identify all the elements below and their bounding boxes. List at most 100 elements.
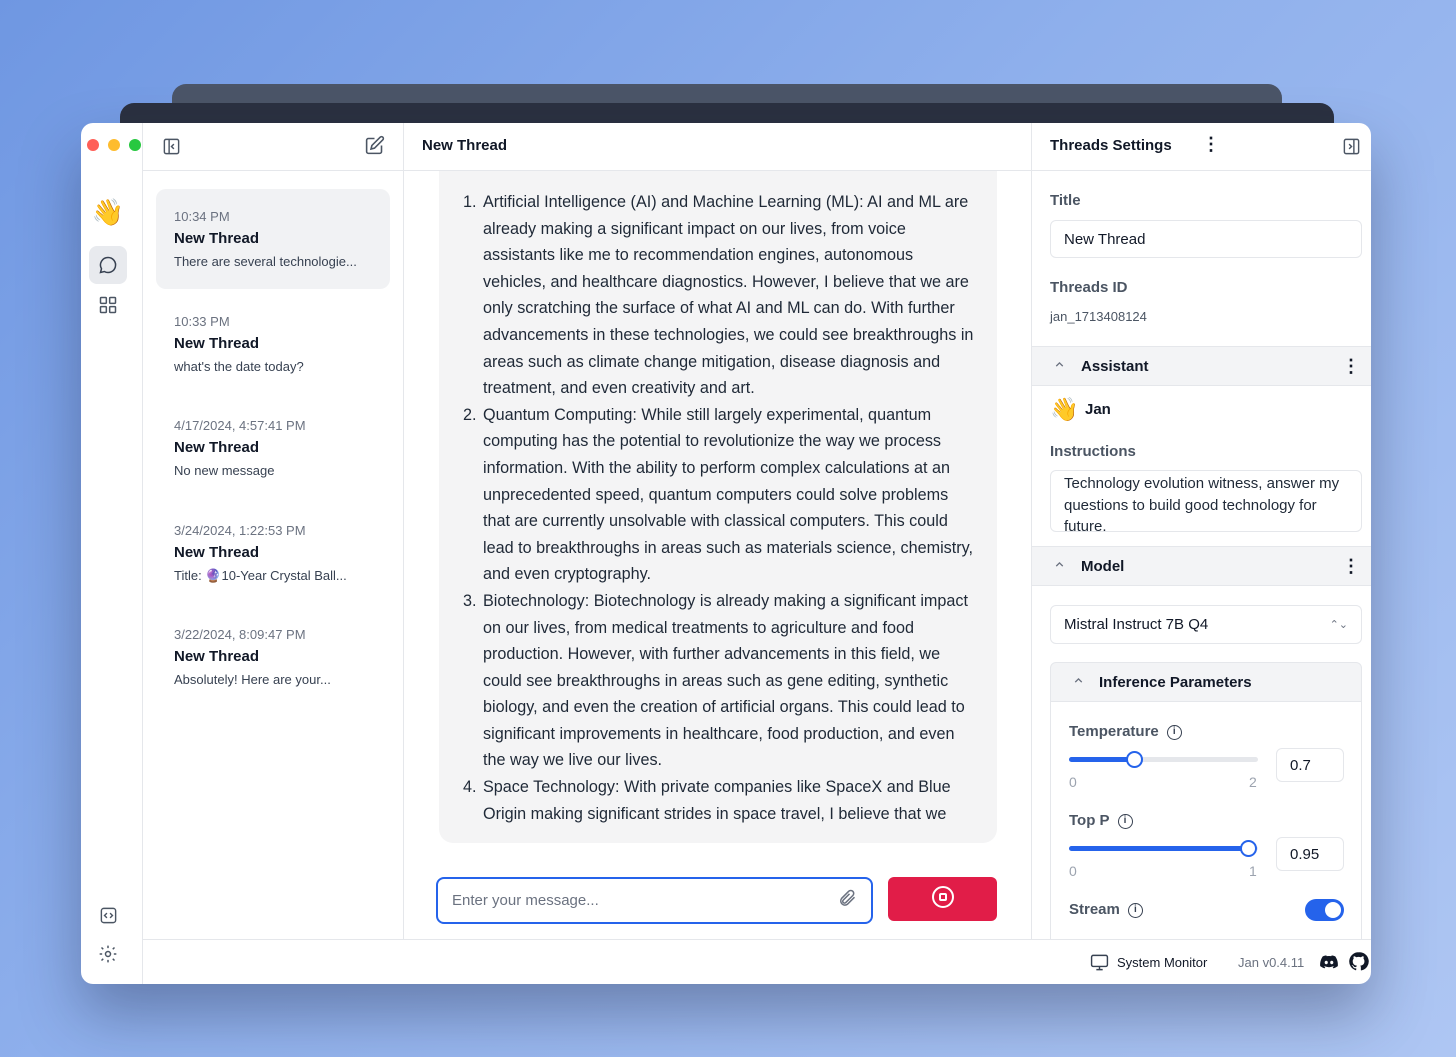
list-number: 4. bbox=[463, 778, 477, 797]
temperature-slider-thumb[interactable] bbox=[1126, 751, 1144, 768]
thread-title: New Thread bbox=[174, 439, 260, 456]
thread-list-panel: 10:34 PM New Thread There are several te… bbox=[143, 123, 404, 939]
list-text: Biotechnology: Biotechnology is already … bbox=[483, 591, 968, 770]
list-item: 4. Space Technology: With private compani… bbox=[463, 774, 977, 827]
info-icon[interactable]: i bbox=[1166, 724, 1182, 740]
assistant-name: Jan bbox=[1085, 401, 1111, 418]
thread-title: New Thread bbox=[174, 335, 260, 352]
list-text: Quantum Computing: While still largely e… bbox=[483, 405, 974, 584]
thread-snippet: There are several technologie... bbox=[174, 254, 357, 269]
thread-title: New Thread bbox=[174, 544, 260, 561]
thread-title: New Thread bbox=[174, 648, 260, 665]
top-p-min: 0 bbox=[1069, 863, 1077, 879]
model-section-header[interactable]: Model ⋮ bbox=[1032, 546, 1371, 586]
maximize-window-button[interactable] bbox=[129, 139, 141, 151]
left-rail: 👋 bbox=[81, 123, 143, 984]
stop-icon bbox=[931, 885, 955, 914]
monitor-icon[interactable] bbox=[1090, 953, 1109, 977]
chevron-up-icon bbox=[1053, 558, 1066, 574]
paperclip-icon[interactable] bbox=[837, 888, 857, 913]
model-menu-button[interactable]: ⋮ bbox=[1342, 556, 1360, 577]
assistant-section-header[interactable]: Assistant ⋮ bbox=[1032, 346, 1371, 386]
instructions-label: Instructions bbox=[1050, 443, 1136, 460]
model-select[interactable]: Mistral Instruct 7B Q4 ⌃⌄ bbox=[1050, 605, 1362, 644]
minimize-window-button[interactable] bbox=[108, 139, 120, 151]
top-p-label: Top P i bbox=[1069, 812, 1133, 829]
system-monitor-button[interactable]: System Monitor bbox=[1117, 955, 1207, 970]
message-list: 1. Artificial Intelligence (AI) and Machi… bbox=[463, 189, 977, 827]
temperature-input[interactable]: 0.7 bbox=[1276, 748, 1344, 782]
edit-icon[interactable] bbox=[364, 135, 385, 161]
inference-section-header[interactable]: Inference Parameters bbox=[1050, 662, 1362, 702]
thread-item[interactable]: 10:34 PM New Thread There are several te… bbox=[156, 189, 390, 289]
page-title: New Thread bbox=[404, 123, 1031, 171]
wave-emoji[interactable]: 👋 bbox=[89, 193, 127, 231]
temperature-label-text: Temperature bbox=[1069, 723, 1159, 740]
top-p-slider-thumb[interactable] bbox=[1239, 840, 1257, 857]
stream-label: Stream i bbox=[1069, 901, 1143, 918]
stop-button[interactable] bbox=[888, 877, 997, 921]
model-section-title: Model bbox=[1081, 558, 1125, 575]
top-p-slider[interactable] bbox=[1069, 840, 1258, 857]
temperature-min: 0 bbox=[1069, 774, 1077, 790]
settings-heading: Threads Settings bbox=[1050, 137, 1172, 154]
app-window: 👋 10:34 PM New Thread There are several … bbox=[81, 123, 1371, 984]
list-text: Artificial Intelligence (AI) and Machine… bbox=[483, 193, 974, 398]
collapse-right-icon[interactable] bbox=[1342, 137, 1361, 161]
wave-emoji: 👋 bbox=[1050, 396, 1079, 422]
thread-time: 3/24/2024, 1:22:53 PM bbox=[174, 523, 306, 538]
stream-toggle[interactable] bbox=[1305, 899, 1344, 921]
threads-id-value: jan_1713408124 bbox=[1050, 309, 1147, 324]
title-input[interactable]: New Thread bbox=[1050, 220, 1362, 258]
list-number: 1. bbox=[463, 193, 477, 211]
thread-settings-panel: Threads Settings ⋮ Title New Thread Thre… bbox=[1031, 123, 1371, 939]
assistant-menu-button[interactable]: ⋮ bbox=[1342, 356, 1360, 377]
top-p-label-text: Top P bbox=[1069, 812, 1110, 829]
thread-title: New Thread bbox=[174, 230, 260, 247]
thread-time: 10:34 PM bbox=[174, 209, 230, 224]
inference-section-title: Inference Parameters bbox=[1099, 674, 1252, 691]
list-text: Space Technology: With private companies… bbox=[483, 778, 951, 823]
stream-label-text: Stream bbox=[1069, 901, 1120, 918]
instructions-textarea[interactable]: Technology evolution witness, answer my … bbox=[1050, 470, 1362, 535]
thread-item[interactable]: 3/24/2024, 1:22:53 PM New Thread Title: … bbox=[156, 503, 390, 603]
github-icon[interactable] bbox=[1348, 951, 1369, 977]
info-icon[interactable]: i bbox=[1117, 813, 1133, 829]
top-p-input[interactable]: 0.95 bbox=[1276, 837, 1344, 871]
thread-snippet: No new message bbox=[174, 463, 275, 478]
temperature-slider[interactable] bbox=[1069, 751, 1258, 768]
thread-item[interactable]: 3/22/2024, 8:09:47 PM New Thread Absolut… bbox=[156, 607, 390, 707]
chat-icon[interactable] bbox=[89, 246, 127, 284]
close-window-button[interactable] bbox=[87, 139, 99, 151]
discord-icon[interactable] bbox=[1318, 952, 1340, 977]
assistant-section-title: Assistant bbox=[1081, 358, 1149, 375]
thread-item[interactable]: 10:33 PM New Thread what's the date toda… bbox=[156, 294, 390, 394]
temperature-label: Temperature i bbox=[1069, 723, 1182, 740]
collapse-left-icon[interactable] bbox=[162, 137, 181, 161]
grid-icon[interactable] bbox=[89, 286, 127, 324]
info-icon[interactable]: i bbox=[1127, 902, 1143, 918]
temperature-max: 2 bbox=[1249, 774, 1257, 790]
code-icon[interactable] bbox=[89, 896, 127, 934]
status-bar: System Monitor Jan v0.4.11 bbox=[143, 939, 1371, 984]
title-label: Title bbox=[1050, 192, 1081, 209]
chevron-up-icon bbox=[1072, 674, 1085, 692]
list-number: 2. bbox=[463, 405, 477, 424]
gear-icon[interactable] bbox=[89, 935, 127, 973]
thread-list-header bbox=[143, 123, 403, 171]
top-p-slider-fill bbox=[1069, 846, 1249, 851]
list-number: 3. bbox=[463, 591, 477, 610]
threads-id-label: Threads ID bbox=[1050, 279, 1128, 296]
thread-item[interactable]: 4/17/2024, 4:57:41 PM New Thread No new … bbox=[156, 398, 390, 498]
message-input[interactable] bbox=[452, 892, 837, 909]
thread-time: 10:33 PM bbox=[174, 314, 230, 329]
chat-panel: New Thread 1. Artificial Intelligence (AI… bbox=[404, 123, 1031, 939]
thread-snippet: what's the date today? bbox=[174, 359, 304, 374]
settings-header: Threads Settings ⋮ bbox=[1032, 123, 1371, 171]
list-item: 2. Quantum Computing: While still largely… bbox=[463, 402, 977, 588]
top-p-max: 1 bbox=[1249, 863, 1257, 879]
list-item: 3. Biotechnology: Biotechnology is alread… bbox=[463, 588, 977, 774]
list-item: 1. Artificial Intelligence (AI) and Machi… bbox=[463, 189, 977, 402]
chevron-up-icon bbox=[1053, 358, 1066, 374]
settings-menu-button[interactable]: ⋮ bbox=[1202, 134, 1220, 155]
